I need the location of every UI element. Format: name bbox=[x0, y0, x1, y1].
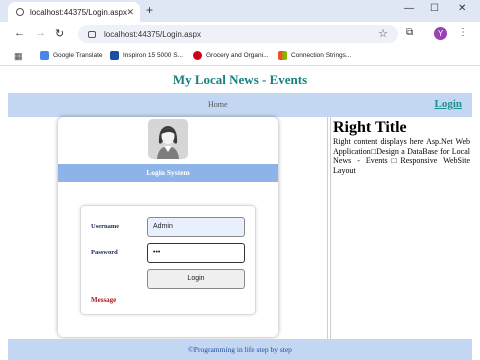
page: My Local News - Events Home Login Login … bbox=[0, 66, 480, 360]
menu-icon[interactable]: ⋮ bbox=[458, 27, 468, 38]
username-label: Username bbox=[91, 223, 120, 230]
password-input[interactable]: ••• bbox=[147, 243, 245, 263]
nav-home-link[interactable]: Home bbox=[208, 100, 228, 109]
browser-tab[interactable]: localhost:44375/Login.aspx ✕ bbox=[8, 2, 140, 22]
right-title: Right Title bbox=[333, 119, 407, 136]
password-label: Password bbox=[91, 249, 118, 256]
url-text: localhost:44375/Login.aspx bbox=[104, 29, 201, 39]
dell-icon bbox=[110, 51, 119, 60]
minimize-icon[interactable]: — bbox=[404, 3, 414, 14]
maximize-icon[interactable]: ☐ bbox=[430, 3, 439, 14]
right-content: Right content displays here Asp.Net Web … bbox=[333, 137, 470, 175]
apps-grid-icon[interactable]: ▦ bbox=[14, 51, 23, 62]
close-window-icon[interactable]: ✕ bbox=[458, 3, 466, 14]
profile-avatar[interactable]: Y bbox=[434, 27, 447, 40]
google-translate-icon bbox=[40, 51, 49, 60]
reload-icon[interactable]: ↻ bbox=[55, 27, 64, 40]
login-card: Login System Username Admin Password •••… bbox=[58, 117, 278, 337]
bookmarks-bar: ▦ Google Translate Inspiron 15 5000 S...… bbox=[0, 46, 480, 66]
new-tab-icon[interactable]: + bbox=[146, 3, 153, 17]
bookmark-item[interactable]: Google Translate bbox=[40, 51, 103, 60]
bookmark-star-icon[interactable]: ☆ bbox=[378, 27, 388, 40]
login-form: Username Admin Password ••• Login Messag… bbox=[80, 205, 256, 315]
address-bar[interactable]: localhost:44375/Login.aspx ☆ bbox=[78, 25, 398, 43]
extensions-icon[interactable]: ⧉ bbox=[406, 27, 413, 38]
right-column: Right Title Right content displays here … bbox=[330, 117, 472, 339]
tab-title: localhost:44375/Login.aspx bbox=[30, 7, 127, 17]
forward-icon[interactable]: → bbox=[35, 27, 46, 39]
user-avatar-icon bbox=[148, 119, 188, 159]
microsoft-icon bbox=[278, 51, 287, 60]
navbar: Home Login bbox=[8, 93, 472, 117]
site-info-icon[interactable] bbox=[88, 30, 96, 38]
footer: ©Programming in life step by step bbox=[8, 339, 472, 360]
username-input[interactable]: Admin bbox=[147, 217, 245, 237]
bookmark-item[interactable]: Connection Strings... bbox=[278, 51, 351, 60]
login-button[interactable]: Login bbox=[147, 269, 245, 289]
nav-login-link[interactable]: Login bbox=[434, 98, 462, 110]
back-icon[interactable]: ← bbox=[14, 27, 25, 39]
message-label: Message bbox=[91, 296, 117, 304]
browser-tabstrip: localhost:44375/Login.aspx ✕ + — ☐ ✕ bbox=[0, 0, 480, 22]
globe-icon bbox=[16, 8, 24, 16]
site-title: My Local News - Events bbox=[172, 72, 308, 87]
pinterest-icon bbox=[193, 51, 202, 60]
close-tab-icon[interactable]: ✕ bbox=[126, 7, 134, 18]
login-header: Login System bbox=[58, 164, 278, 182]
bookmark-item[interactable]: Grocery and Organi... bbox=[193, 51, 269, 60]
browser-toolbar: ← → ↻ localhost:44375/Login.aspx ☆ ⧉ Y ⋮ bbox=[0, 22, 480, 46]
bookmark-item[interactable]: Inspiron 15 5000 S... bbox=[110, 51, 183, 60]
